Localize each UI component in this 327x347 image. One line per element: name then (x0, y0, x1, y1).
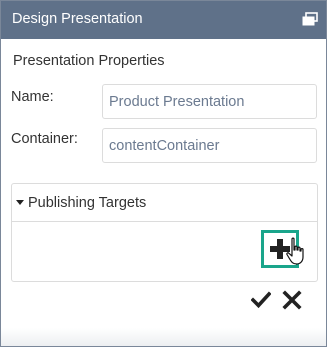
close-icon[interactable] (282, 290, 302, 310)
publishing-targets-title: Publishing Targets (28, 195, 147, 211)
container-input[interactable] (102, 128, 317, 163)
container-label: Container: (11, 131, 78, 147)
section-title: Presentation Properties (13, 53, 165, 69)
publishing-targets-panel: Publishing Targets (11, 183, 318, 282)
check-icon[interactable] (251, 290, 271, 310)
caret-down-icon[interactable] (16, 200, 24, 205)
hand-cursor-icon (286, 237, 304, 265)
name-label: Name: (11, 89, 54, 105)
publishing-targets-header[interactable]: Publishing Targets (12, 184, 317, 222)
dialog-title: Design Presentation (12, 11, 143, 27)
restore-window-icon[interactable] (302, 12, 318, 26)
design-presentation-dialog: Design Presentation Presentation Propert… (0, 0, 327, 347)
name-input[interactable] (102, 84, 317, 119)
dialog-bottom-edge (1, 328, 326, 346)
title-bar[interactable]: Design Presentation (1, 1, 326, 39)
